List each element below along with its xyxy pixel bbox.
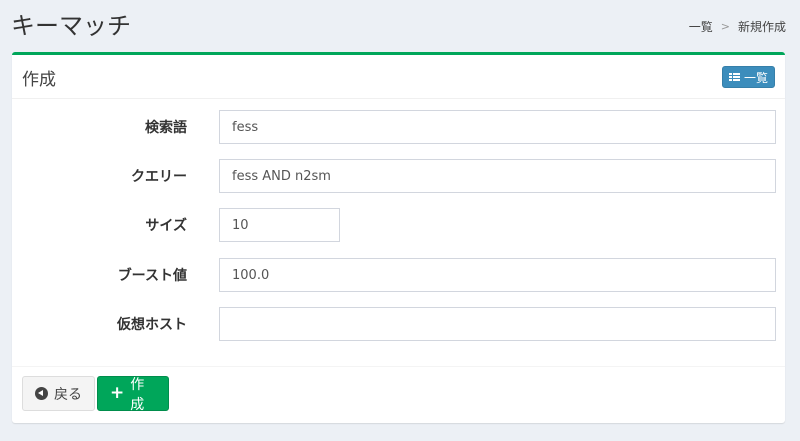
card-header: 作成 一覧 <box>12 55 785 99</box>
list-icon <box>728 73 740 81</box>
breadcrumb: 一覧 > 新規作成 <box>689 18 786 35</box>
back-button-label: 戻る <box>54 386 82 403</box>
form-row-boost: ブースト値 <box>12 258 785 294</box>
search-term-label: 検索語 <box>145 120 187 136</box>
query-input[interactable] <box>219 159 776 193</box>
search-term-input[interactable] <box>219 110 776 144</box>
card-title: 作成 <box>22 70 56 90</box>
create-button[interactable]: + 作成 <box>97 376 169 413</box>
size-input[interactable] <box>219 208 340 242</box>
form-row-size: サイズ <box>12 208 785 244</box>
back-button[interactable]: 戻る <box>22 376 95 411</box>
form-row-query: クエリー <box>12 159 785 195</box>
breadcrumb-current: 新規作成 <box>737 20 786 34</box>
boost-label: ブースト値 <box>117 268 187 284</box>
plus-icon: + <box>110 383 125 403</box>
card-footer: 戻る + 作成 <box>12 366 785 423</box>
form-row-virtual-host: 仮想ホスト <box>12 307 785 343</box>
query-label: クエリー <box>131 169 187 185</box>
virtual-host-label: 仮想ホスト <box>117 317 187 333</box>
size-label: サイズ <box>145 218 187 234</box>
page-header: キーマッチ 一覧 > 新規作成 <box>0 0 800 50</box>
form-row-search-term: 検索語 <box>12 110 785 146</box>
virtual-host-input[interactable] <box>219 307 776 341</box>
boost-input[interactable] <box>219 258 776 292</box>
create-card: 作成 一覧 検索語 クエリー サイズ ブースト値 仮想ホスト 戻る + <box>12 52 785 423</box>
list-button[interactable]: 一覧 <box>721 66 775 88</box>
breadcrumb-separator: > <box>720 20 730 33</box>
list-button-label: 一覧 <box>743 70 768 85</box>
breadcrumb-list-link[interactable]: 一覧 <box>689 18 713 35</box>
page-title: キーマッチ <box>11 12 131 40</box>
create-button-label: 作成 <box>130 376 145 413</box>
circle-arrow-left-icon <box>35 387 48 400</box>
